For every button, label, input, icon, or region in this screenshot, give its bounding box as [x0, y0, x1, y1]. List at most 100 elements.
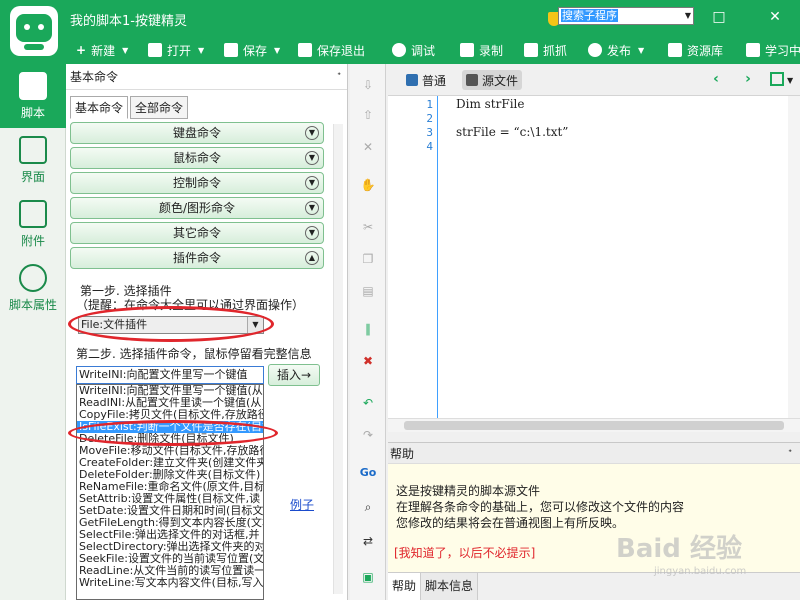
- plugin-command-select[interactable]: WriteINI:向配置文件里写一个键值: [76, 366, 264, 384]
- tab-help[interactable]: 帮助: [388, 573, 422, 600]
- copy-icon[interactable]: ❐: [359, 250, 377, 268]
- nav-item-ui[interactable]: 界面: [0, 128, 66, 192]
- view-normal-button[interactable]: 普通: [402, 70, 450, 90]
- close-icon[interactable]: ✕: [766, 8, 784, 26]
- ui-icon: [19, 136, 47, 164]
- arrow-down-icon[interactable]: ⇩: [359, 76, 377, 94]
- replace-icon[interactable]: ⇄: [359, 532, 377, 550]
- watermark-logo: Baid 经验: [616, 534, 742, 564]
- normal-view-icon: [406, 74, 418, 86]
- debug-button[interactable]: 调试: [392, 41, 435, 59]
- help-title: 帮助: [390, 447, 415, 461]
- new-button[interactable]: + 新建 ▼: [76, 41, 128, 59]
- panel-header: 基本命令 ᐩ: [66, 64, 347, 90]
- chevron-down-icon[interactable]: ▼: [787, 76, 793, 85]
- view-source-button[interactable]: 源文件: [462, 70, 523, 90]
- category-control[interactable]: 控制命令 ▼: [70, 172, 324, 194]
- uncomment-icon[interactable]: ✖: [359, 352, 377, 370]
- category-keyboard[interactable]: 键盘命令 ▼: [70, 122, 324, 144]
- dropdown-option[interactable]: MoveFile:移动文件(目标文件,存放路径: [77, 445, 263, 457]
- script-icon: [19, 72, 47, 100]
- chevron-left-icon[interactable]: ‹: [708, 70, 724, 88]
- save-exit-button[interactable]: 保存退出: [298, 41, 365, 59]
- list-icon[interactable]: ▣: [359, 568, 377, 586]
- camera-icon: [460, 43, 474, 57]
- window-title: 我的脚本1-按键精灵: [70, 14, 187, 29]
- nav-item-script-properties[interactable]: 脚本属性: [0, 256, 66, 320]
- editor-vertical-scrollbar[interactable]: [788, 96, 800, 418]
- dropdown-option[interactable]: CopyFile:拷贝文件(目标文件,存放路径: [77, 409, 263, 421]
- dropdown-option[interactable]: ReNameFile:重命名文件(原文件,目标: [77, 481, 263, 493]
- example-link[interactable]: 例子: [290, 496, 314, 513]
- pin-icon[interactable]: ᐩ: [337, 64, 341, 90]
- watermark-url: jingyan.baidu.com: [654, 566, 747, 577]
- cut-icon[interactable]: ✂: [359, 218, 377, 236]
- dropdown-option[interactable]: ReadLine:从文件当前的读写位置读一: [77, 565, 263, 577]
- hand-icon[interactable]: ✋: [359, 176, 377, 194]
- help-line: 在理解各条命令的基础上，您可以修改这个文件的内容: [396, 500, 685, 514]
- insert-button[interactable]: 插入→: [268, 364, 320, 386]
- paste-icon[interactable]: ▤: [359, 282, 377, 300]
- code-line[interactable]: strFile = “c:\1.txt”: [456, 125, 568, 139]
- learn-button[interactable]: 学习中: [746, 41, 800, 59]
- code-line[interactable]: Dim strFile: [456, 97, 524, 111]
- code-editor[interactable]: 1 2 3 4 Dim strFile strFile = “c:\1.txt”: [388, 96, 800, 418]
- goto-icon[interactable]: Go: [359, 464, 377, 482]
- plugin-select[interactable]: File:文件插件 ▼: [78, 316, 264, 334]
- dropdown-option[interactable]: ReadINI:从配置文件里读一个键值(从: [77, 397, 263, 409]
- line-gutter: 1 2 3 4: [388, 96, 438, 418]
- play-icon: [392, 43, 406, 57]
- arrow-up-icon[interactable]: ⇧: [359, 106, 377, 124]
- category-other[interactable]: 其它命令 ▼: [70, 222, 324, 244]
- dropdown-option[interactable]: DeleteFile:删除文件(目标文件): [77, 433, 263, 445]
- dropdown-option[interactable]: SetDate:设置文件日期和时间(目标文: [77, 505, 263, 517]
- delete-icon[interactable]: ✕: [359, 138, 377, 156]
- subroutine-search[interactable]: 搜索子程序 ▼: [558, 7, 694, 25]
- layout-grid-icon[interactable]: [770, 72, 784, 86]
- dropdown-option[interactable]: WriteLine:写文本内容文件(目标,写入: [77, 577, 263, 589]
- comment-icon[interactable]: ∥: [359, 320, 377, 338]
- editor-header: 普通 源文件: [388, 64, 800, 96]
- dropdown-option[interactable]: IsFileExist:判断一个文件是否存在(目标: [77, 421, 263, 433]
- publish-button[interactable]: 发布 ▼: [588, 41, 644, 59]
- tab-basic-commands[interactable]: 基本命令: [70, 96, 129, 119]
- tab-all-commands[interactable]: 全部命令: [130, 96, 189, 119]
- undo-icon[interactable]: ↶: [359, 394, 377, 412]
- command-tabs: 基本命令 全部命令: [70, 96, 190, 119]
- find-icon[interactable]: ⌕: [359, 498, 377, 516]
- dropdown-option[interactable]: CreateFolder:建立文件夹(创建文件夹: [77, 457, 263, 469]
- pin-icon[interactable]: ᐩ: [788, 443, 792, 465]
- open-button[interactable]: 打开 ▼: [148, 41, 204, 59]
- editor-side-toolbar: ⇩ ⇧ ✕ ✋ ✂ ❐ ▤ ∥ ✖ ↶ ↷ Go ⌕ ⇄ ▣: [350, 64, 386, 600]
- category-color-graphics[interactable]: 颜色/图形命令 ▼: [70, 197, 324, 219]
- dropdown-option[interactable]: SelectDirectory:弹出选择文件夹的对: [77, 541, 263, 553]
- tab-script-info[interactable]: 脚本信息: [421, 573, 479, 600]
- nav-item-script[interactable]: 脚本: [0, 64, 66, 128]
- record-button[interactable]: 录制: [460, 41, 503, 59]
- category-mouse[interactable]: 鼠标命令 ▼: [70, 147, 324, 169]
- help-header: 帮助 ᐩ: [388, 442, 800, 464]
- floppy-icon: [298, 43, 312, 57]
- resource-button[interactable]: 资源库: [668, 41, 723, 59]
- folder-icon: [148, 43, 162, 57]
- dropdown-option[interactable]: GetFileLength:得到文本内容长度(文本: [77, 517, 263, 529]
- nav-item-attachment[interactable]: 附件: [0, 192, 66, 256]
- dropdown-option[interactable]: DeleteFolder:删除文件夹(目标文件): [77, 469, 263, 481]
- dismiss-hint-link[interactable]: [我知道了，以后不必提示]: [394, 544, 535, 561]
- chevron-right-icon[interactable]: ›: [740, 70, 756, 88]
- redo-icon[interactable]: ↷: [359, 426, 377, 444]
- save-button[interactable]: 保存 ▼: [224, 41, 280, 59]
- dropdown-option[interactable]: SetAttrib:设置文件属性(目标文件,读: [77, 493, 263, 505]
- dropdown-option[interactable]: SelectFile:弹出选择文件的对话框,并: [77, 529, 263, 541]
- help-line: 这是按键精灵的脚本源文件: [396, 484, 541, 498]
- category-plugin[interactable]: 插件命令 ▲: [70, 247, 324, 269]
- chevron-down-icon: ▼: [684, 11, 691, 20]
- panel-scrollbar[interactable]: [333, 124, 343, 594]
- app-logo-icon: [10, 6, 58, 56]
- chevron-down-icon: ▼: [305, 126, 319, 140]
- maximize-icon[interactable]: □: [710, 8, 728, 26]
- dropdown-option[interactable]: SeekFile:设置文件的当前读写位置(文: [77, 553, 263, 565]
- dropdown-option[interactable]: WriteINI:向配置文件里写一个键值(从: [77, 385, 263, 397]
- editor-horizontal-scrollbar[interactable]: [388, 418, 800, 432]
- capture-button[interactable]: 抓抓: [524, 41, 567, 59]
